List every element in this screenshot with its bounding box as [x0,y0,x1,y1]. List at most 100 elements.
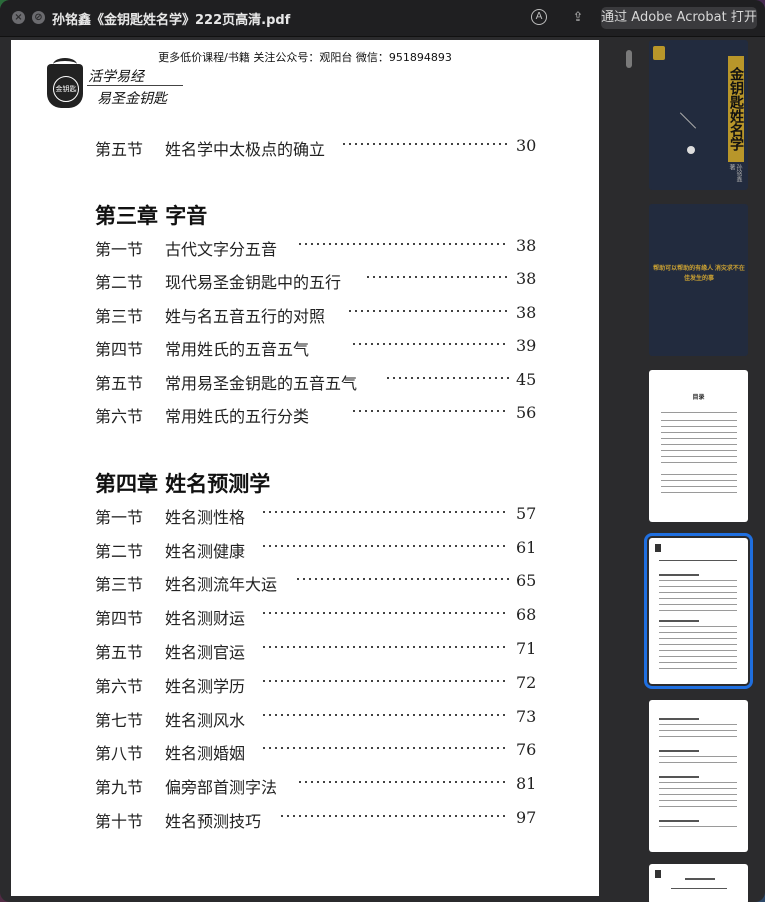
logo-icon [653,46,665,60]
scrollbar-thumb[interactable] [626,50,632,68]
toc-leader [261,680,509,682]
title-bar: × ⊘ 孙铭鑫《金钥匙姓名学》222页高清.pdf A ⇪ 通过 Adobe A… [0,0,765,37]
toc-title: 姓名测流年大运 [165,575,278,594]
toc-title: 姓名测财运 [165,609,246,628]
toc-title: 姓名测健康 [165,542,246,561]
toc-page: 76 [516,740,537,759]
toc-section: 第八节 [95,744,144,763]
toc-page: 73 [516,707,537,726]
dot-icon [687,146,695,154]
toc-leader [261,545,509,547]
toc-title: 常用姓氏的五行分类 [165,407,310,426]
pdf-page: 更多低价课程/书籍 关注公众号：观阳台 微信：951894893 金钥匙 活学易… [11,40,599,896]
toc-page: 57 [516,504,537,523]
toc-leader [341,143,509,145]
toc-title: 现代易圣金钥匙中的五行 [165,273,342,292]
toc-title: 姓名预测技巧 [165,812,262,831]
share-icon[interactable]: ⇪ [569,9,587,27]
toc-section: 第五节 [95,374,144,393]
toc-page: 38 [516,269,537,288]
window-title: 孙铭鑫《金钥匙姓名学》222页高清.pdf [52,13,291,28]
toc-section: 第三节 [95,307,144,326]
toc-leader [347,310,509,312]
thumbnail-quote: 帮助可以帮助的有缘人 消灾求不在佳发生的事 [653,266,745,282]
logo-icon [655,544,661,552]
chapter-heading[interactable]: 第三章 字音 [95,200,207,230]
toc-leader [295,578,509,580]
toc-section: 第一节 [95,508,144,527]
toc-leader [261,612,509,614]
thumbnail-page-2[interactable]: 帮助可以帮助的有缘人 消灾求不在佳发生的事 [649,204,748,356]
logo-icon [655,870,661,878]
toc-title: 古代文字分五音 [165,240,278,259]
toc-title: 姓名学中太极点的确立 [165,140,326,159]
toc-title: 姓名测婚姻 [165,744,246,763]
thumbnail-page-5[interactable] [649,700,748,852]
slogan-line-1: 活学易经 [88,69,144,85]
thumbnail-page-1[interactable]: 金钥匙姓名学 孙铭鑫 著 [649,40,748,190]
toc-title: 姓名测学历 [165,677,246,696]
crown-icon [53,58,77,71]
thumbnail-page-6[interactable] [649,864,748,902]
toc-leader [279,815,509,817]
toc-section: 第七节 [95,711,144,730]
toc-section: 第四节 [95,609,144,628]
thumbnail-sidebar: 金钥匙姓名学 孙铭鑫 著 帮助可以帮助的有缘人 消灾求不在佳发生的事 目录 [640,36,765,902]
toc-leader [351,410,509,412]
open-in-acrobat-button[interactable]: 通过 Adobe Acrobat 打开 [601,7,757,29]
toc-section: 第二节 [95,542,144,561]
toc-leader [261,714,509,716]
toc-title: 姓名测风水 [165,711,246,730]
toc-title: 常用易圣金钥匙的五音五气 [165,374,358,393]
toc-leader [351,343,509,345]
toc-page: 45 [516,370,537,389]
toc-section: 第五节 [95,140,144,159]
toc-page: 97 [516,808,537,827]
toc-page: 39 [516,336,537,355]
toc-leader [297,781,509,783]
toc-page: 65 [516,571,537,590]
toc-page: 81 [516,774,537,793]
logo-text: 金钥匙 [53,76,79,102]
thumbnail-toc-title: 目录 [692,394,705,401]
minimize-icon[interactable]: ⊘ [32,11,45,24]
toc-leader [365,276,509,278]
toc-page: 72 [516,673,537,692]
toc-page: 38 [516,303,537,322]
pdf-viewer-window: × ⊘ 孙铭鑫《金钥匙姓名学》222页高清.pdf A ⇪ 通过 Adobe A… [0,0,765,902]
toc-section: 第二节 [95,273,144,292]
toc-leader [261,511,509,513]
markup-icon[interactable]: A [531,9,547,25]
book-logo: 金钥匙 [47,58,83,108]
thumbnail-page-4-selected[interactable] [644,533,753,689]
chapter-heading[interactable]: 第四章 姓名预测学 [95,468,270,498]
toc-section: 第六节 [95,677,144,696]
slogan-line-2: 易圣金钥匙 [97,91,167,107]
toc-section: 第六节 [95,407,144,426]
toc-page: 71 [516,639,537,658]
toc-page: 56 [516,403,537,422]
toc-leader [297,243,509,245]
toc-title: 姓名测性格 [165,508,246,527]
toc-section: 第一节 [95,240,144,259]
toc-title: 偏旁部首测字法 [165,778,278,797]
toc-page: 61 [516,538,537,557]
thumbnail-page-3[interactable]: 目录 [649,370,748,522]
close-icon[interactable]: × [12,11,25,24]
toc-title: 姓名测官运 [165,643,246,662]
toc-section: 第九节 [95,778,144,797]
toc-leader [261,646,509,648]
toc-section: 第三节 [95,575,144,594]
toc-page: 68 [516,605,537,624]
toc-title: 常用姓氏的五音五气 [165,340,310,359]
toc-page: 30 [516,136,537,155]
toc-section: 第四节 [95,340,144,359]
toc-title: 姓与名五音五行的对照 [165,307,326,326]
toc-page: 38 [516,236,537,255]
line-decoration [679,112,697,129]
slogan-divider [87,85,183,86]
toc-section: 第十节 [95,812,144,831]
toc-section: 第五节 [95,643,144,662]
page-header-note: 更多低价课程/书籍 关注公众号：观阳台 微信：951894893 [158,51,452,64]
toc-leader [385,377,509,379]
